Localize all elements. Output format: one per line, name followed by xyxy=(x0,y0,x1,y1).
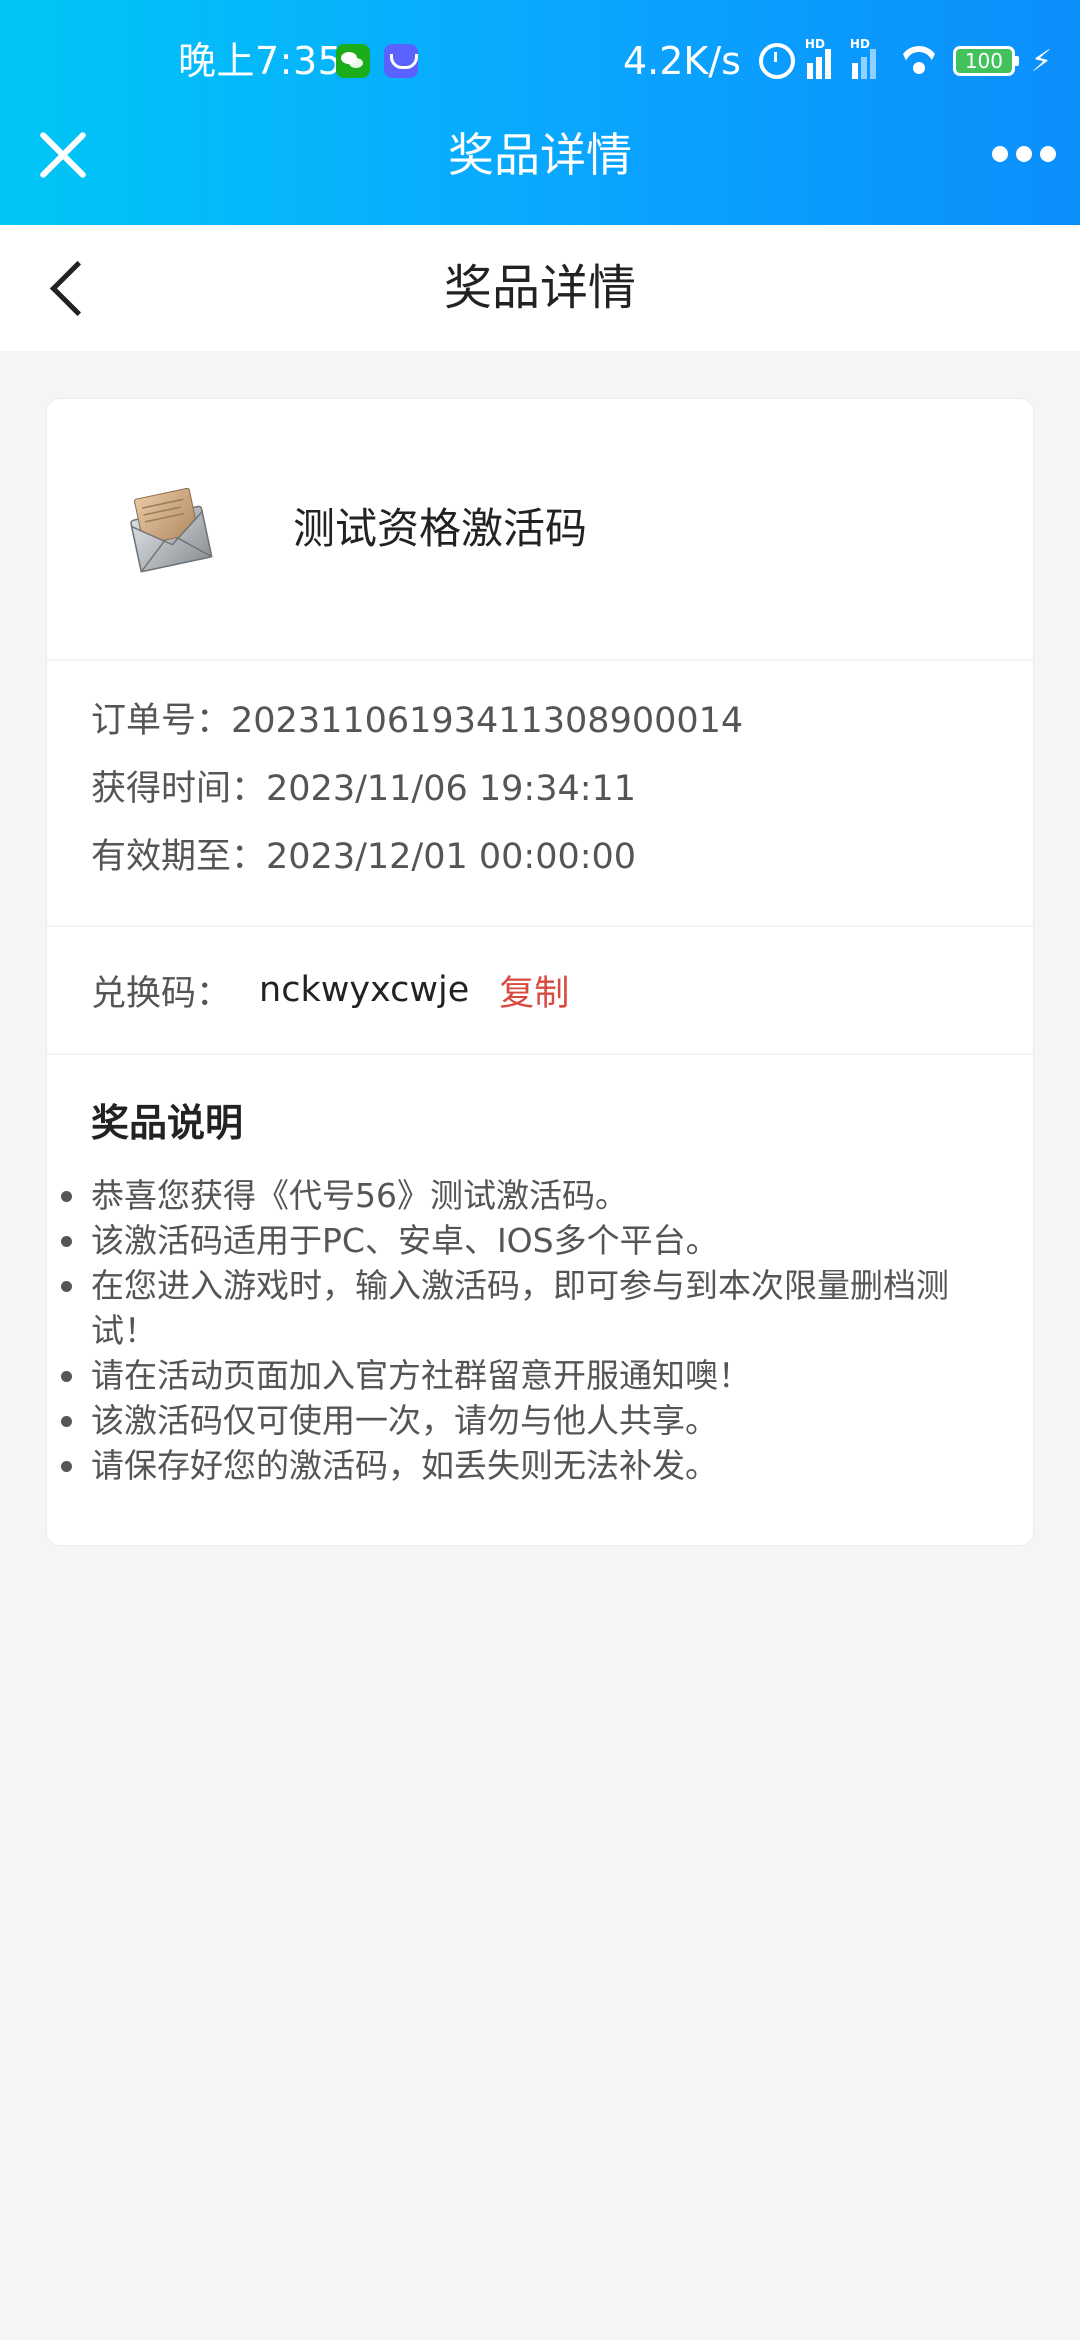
more-icon[interactable] xyxy=(992,146,1056,162)
list-item: 恭喜您获得《代号56》测试激活码。 xyxy=(61,1173,1033,1218)
webview-header: 晚上7:35 4.2K/s HD HD 100 ⚡ 奖品详情 xyxy=(0,0,1080,225)
network-speed: 4.2K/s xyxy=(622,39,741,83)
expire-time-value: 2023/12/01 00:00:00 xyxy=(266,837,637,877)
obtain-time-value: 2023/11/06 19:34:11 xyxy=(266,769,637,809)
obtain-time-row: 获得时间：2023/11/06 19:34:11 xyxy=(91,755,1033,823)
order-number-value: 20231106193411308900014 xyxy=(231,701,744,741)
signal-icon: HD xyxy=(805,37,840,79)
page-title: 奖品详情 xyxy=(443,260,636,316)
list-item: 在您进入游戏时，输入激活码，即可参与到本次限量删档测试！ xyxy=(61,1263,1033,1353)
battery-icon: 100 xyxy=(952,46,1019,76)
webview-title: 奖品详情 xyxy=(448,128,632,182)
wifi-icon xyxy=(897,44,941,78)
obtain-time-label: 获得时间： xyxy=(91,769,267,809)
signal-icon: HD xyxy=(850,37,885,79)
status-indicators: 4.2K/s HD HD 100 ⚡ xyxy=(623,36,1052,86)
expire-time-label: 有效期至： xyxy=(91,837,267,877)
wechat-icon xyxy=(336,44,370,78)
description-list: 恭喜您获得《代号56》测试激活码。 该激活码适用于PC、安卓、IOS多个平台。 … xyxy=(61,1173,1033,1488)
prize-name: 测试资格激活码 xyxy=(293,504,588,553)
page-nav-bar: 奖品详情 xyxy=(0,225,1080,351)
redeem-code-label: 兑换码： xyxy=(91,973,232,1014)
envelope-icon xyxy=(130,487,213,573)
lark-icon xyxy=(384,44,418,78)
charging-icon: ⚡ xyxy=(1030,43,1052,79)
list-item: 该激活码适用于PC、安卓、IOS多个平台。 xyxy=(61,1218,1033,1263)
list-item: 该激活码仅可使用一次，请勿与他人共享。 xyxy=(61,1398,1033,1443)
status-time: 晚上7:35 xyxy=(178,39,343,83)
prize-header: 测试资格激活码 xyxy=(47,399,1033,661)
expire-time-row: 有效期至：2023/12/01 00:00:00 xyxy=(91,823,1033,891)
list-item: 请在活动页面加入官方社群留意开服通知噢！ xyxy=(61,1353,1033,1398)
list-item: 请保存好您的激活码，如丢失则无法补发。 xyxy=(61,1443,1033,1488)
redeem-code-value[interactable]: nckwyxcwje xyxy=(259,970,469,1010)
copy-button[interactable]: 复制 xyxy=(499,965,569,1016)
prize-description: 奖品说明 恭喜您获得《代号56》测试激活码。 该激活码适用于PC、安卓、IOS多… xyxy=(47,1055,1033,1488)
prize-card: 测试资格激活码 订单号：20231106193411308900014 获得时间… xyxy=(46,398,1034,1546)
order-number-label: 订单号： xyxy=(91,701,232,741)
order-number-row: 订单号：20231106193411308900014 xyxy=(91,687,1033,755)
order-info: 订单号：20231106193411308900014 获得时间：2023/11… xyxy=(47,661,1033,927)
description-title: 奖品说明 xyxy=(91,1101,244,1145)
redeem-code-row: 兑换码： nckwyxcwje 复制 xyxy=(47,927,1033,1055)
alarm-icon xyxy=(758,43,795,79)
